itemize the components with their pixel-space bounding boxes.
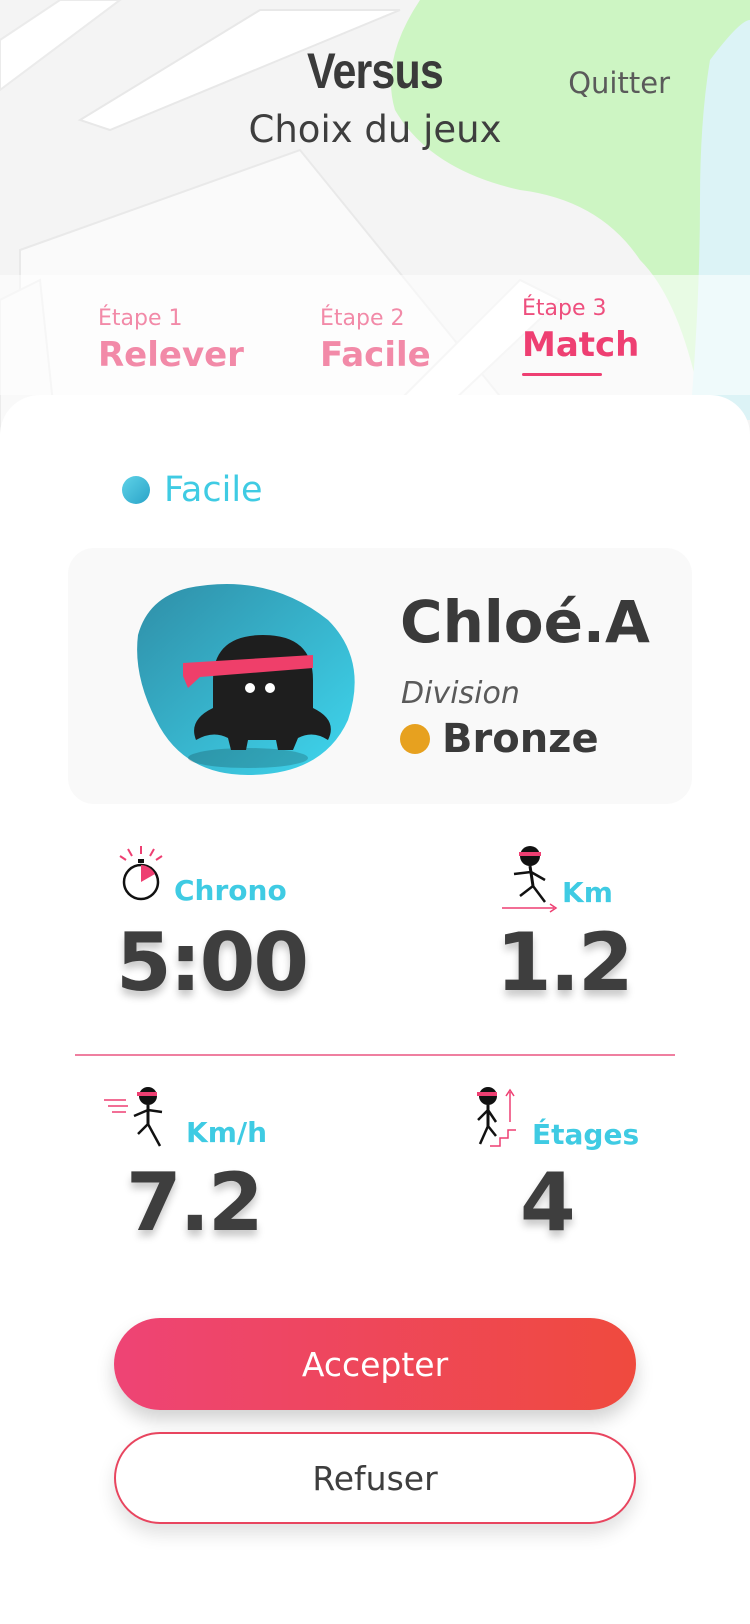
division-value: Bronze	[442, 716, 599, 762]
stats-divider	[75, 1054, 675, 1056]
ninja-avatar-icon	[128, 580, 358, 780]
step-2-value: Facile	[320, 335, 431, 375]
player-name: Chloé.A	[400, 588, 650, 656]
refuse-button[interactable]: Refuser	[114, 1432, 636, 1524]
step-3[interactable]: Étape 3 Match	[522, 296, 639, 376]
step-1-value: Relever	[98, 335, 244, 375]
km-value: 1.2	[496, 916, 634, 1009]
step-3-value: Match	[522, 325, 640, 365]
runner-speed-icon	[104, 1086, 174, 1152]
header: Versus Choix du jeux Quitter	[0, 0, 750, 170]
runner-distance-icon	[500, 844, 560, 918]
step-1[interactable]: Étape 1 Relever	[98, 306, 244, 375]
level-dot	[122, 476, 150, 504]
level-indicator: Facile	[122, 470, 263, 510]
active-step-underline	[522, 373, 602, 376]
chrono-value: 5:00	[116, 916, 309, 1009]
step-3-label: Étape 3	[522, 296, 607, 321]
accept-button[interactable]: Accepter	[114, 1318, 636, 1410]
kmh-label: Km/h	[186, 1116, 268, 1149]
stopwatch-icon	[118, 846, 164, 906]
kmh-value: 7.2	[126, 1156, 264, 1249]
step-2-label: Étape 2	[320, 306, 405, 331]
bronze-dot	[400, 724, 430, 754]
step-2[interactable]: Étape 2 Facile	[320, 306, 431, 375]
step-1-label: Étape 1	[98, 306, 183, 331]
quit-button[interactable]: Quitter	[568, 66, 670, 100]
page-subtitle: Choix du jeux	[248, 108, 502, 151]
level-label: Facile	[164, 470, 263, 510]
floors-label: Étages	[532, 1118, 640, 1151]
runner-stairs-icon	[470, 1086, 520, 1152]
division-badge: Bronze	[400, 716, 599, 762]
division-label: Division	[401, 676, 520, 711]
km-label: Km	[562, 876, 613, 909]
chrono-label: Chrono	[174, 874, 287, 907]
floors-value: 4	[520, 1156, 576, 1249]
